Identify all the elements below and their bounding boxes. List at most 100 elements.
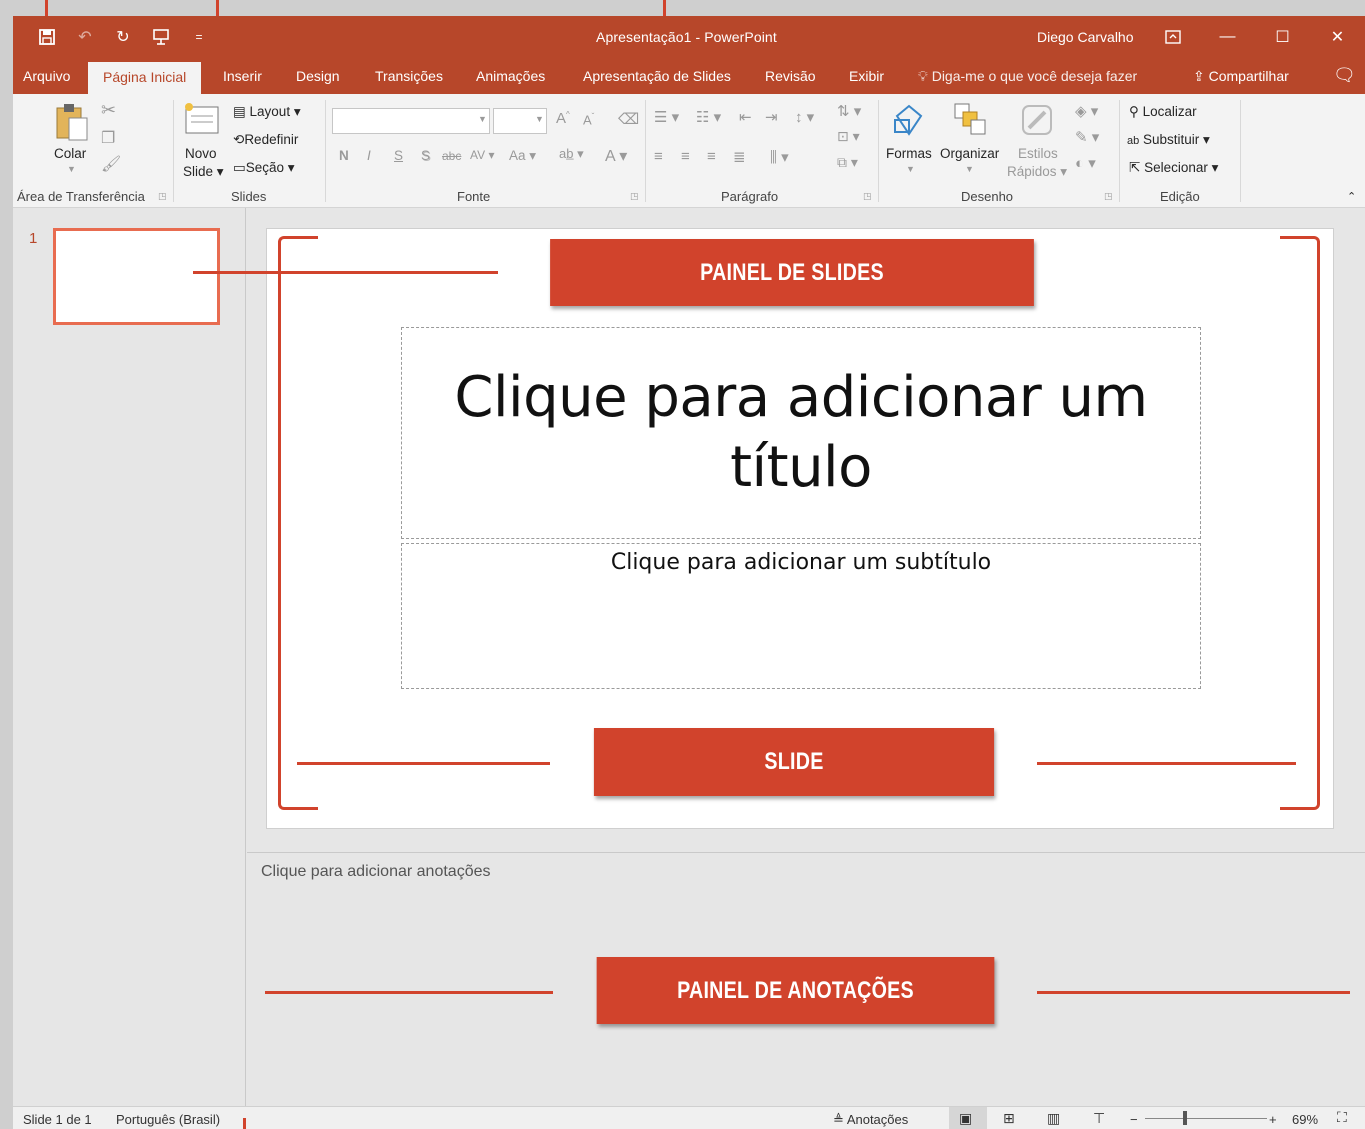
ribbon-display-options-icon[interactable] bbox=[1145, 16, 1200, 58]
close-icon[interactable]: ✕ bbox=[1310, 16, 1365, 58]
zoom-slider-track[interactable] bbox=[1145, 1118, 1267, 1119]
text-direction-icon[interactable]: ⇅ ▾ bbox=[837, 102, 861, 120]
quick-styles-icon[interactable] bbox=[1019, 102, 1055, 141]
bullets-icon[interactable]: ☰ ▾ bbox=[654, 108, 679, 126]
shapes-dropdown-icon[interactable]: ▼ bbox=[906, 164, 915, 174]
bold-button[interactable]: N bbox=[339, 148, 349, 163]
replace-button[interactable]: ab Substituir ▾ bbox=[1127, 132, 1210, 148]
find-button[interactable]: ⚲ Localizar bbox=[1129, 104, 1197, 120]
clear-formatting-icon[interactable]: ⌫ bbox=[618, 110, 639, 128]
save-icon[interactable] bbox=[35, 25, 59, 49]
tab-exibir[interactable]: Exibir bbox=[849, 68, 884, 84]
new-slide-label-1[interactable]: Novo bbox=[185, 146, 217, 161]
start-slideshow-icon[interactable] bbox=[149, 25, 173, 49]
tab-design[interactable]: Design bbox=[296, 68, 340, 84]
minimize-icon[interactable]: — bbox=[1200, 16, 1255, 58]
share-button[interactable]: ⇪ Compartilhar bbox=[1193, 68, 1289, 85]
tab-transicoes[interactable]: Transições bbox=[375, 68, 443, 84]
paragraph-launcher-icon[interactable]: ◳ bbox=[863, 191, 872, 202]
paste-icon[interactable] bbox=[53, 102, 91, 145]
fit-to-window-icon[interactable]: ⛶ bbox=[1337, 1109, 1347, 1126]
maximize-icon[interactable]: ☐ bbox=[1255, 16, 1310, 58]
shape-fill-icon[interactable]: ◈ ▾ bbox=[1075, 102, 1098, 120]
section-button[interactable]: ▭Seção ▾ bbox=[233, 160, 295, 176]
align-text-icon[interactable]: ⊡ ▾ bbox=[837, 128, 860, 145]
columns-icon[interactable]: ⫼ ▾ bbox=[770, 148, 789, 166]
character-spacing-button[interactable]: AV ▾ bbox=[470, 148, 494, 162]
notes-placeholder[interactable]: Clique para adicionar anotações bbox=[261, 863, 490, 881]
drawing-launcher-icon[interactable]: ◳ bbox=[1104, 191, 1113, 202]
font-name-dropdown-icon[interactable]: ▼ bbox=[478, 114, 487, 124]
font-launcher-icon[interactable]: ◳ bbox=[630, 191, 639, 202]
new-slide-label-2[interactable]: Slide ▾ bbox=[183, 164, 224, 180]
tab-animacoes[interactable]: Animações bbox=[476, 68, 545, 84]
zoom-in-button[interactable]: + bbox=[1269, 1112, 1277, 1127]
slide-thumbnail[interactable] bbox=[53, 228, 220, 325]
slideshow-view-icon[interactable]: ⊤ bbox=[1093, 1110, 1105, 1127]
zoom-slider-thumb[interactable] bbox=[1183, 1111, 1187, 1125]
justify-icon[interactable]: ≣ bbox=[733, 148, 746, 166]
tab-apresentacao-de-slides[interactable]: Apresentação de Slides bbox=[583, 68, 731, 84]
shape-outline-icon[interactable]: ✎ ▾ bbox=[1075, 128, 1099, 146]
strikethrough-button[interactable]: abc bbox=[442, 149, 461, 163]
layout-button[interactable]: ▤ Layout ▾ bbox=[233, 104, 301, 120]
arrange-dropdown-icon[interactable]: ▼ bbox=[965, 164, 974, 174]
language-indicator[interactable]: Português (Brasil) bbox=[116, 1112, 220, 1127]
quick-styles-label-1[interactable]: Estilos bbox=[1018, 146, 1058, 161]
replace-icon: ab bbox=[1127, 135, 1140, 147]
reset-button[interactable]: ⟲Redefinir bbox=[233, 132, 298, 148]
clipboard-launcher-icon[interactable]: ◳ bbox=[158, 191, 167, 202]
shadow-button[interactable]: S bbox=[421, 148, 430, 163]
select-button[interactable]: ⇱ Selecionar ▾ bbox=[1129, 160, 1218, 176]
font-size-dropdown-icon[interactable]: ▼ bbox=[535, 114, 544, 124]
smartart-icon[interactable]: ⧉ ▾ bbox=[837, 154, 858, 171]
title-placeholder[interactable]: Clique para adicionar um título bbox=[401, 327, 1201, 539]
collapse-ribbon-icon[interactable]: ⌃ bbox=[1347, 190, 1356, 203]
numbering-icon[interactable]: ☷ ▾ bbox=[696, 108, 721, 126]
reading-view-icon[interactable]: ▥ bbox=[1047, 1110, 1060, 1127]
user-name[interactable]: Diego Carvalho bbox=[1037, 29, 1134, 45]
tab-pagina-inicial[interactable]: Página Inicial bbox=[88, 62, 202, 94]
increase-font-icon[interactable]: A^ bbox=[556, 110, 570, 127]
tab-revisao[interactable]: Revisão bbox=[765, 68, 816, 84]
redo-icon[interactable]: ↻ bbox=[111, 25, 135, 49]
group-separator bbox=[645, 100, 646, 202]
comments-icon[interactable]: 🗨︎ bbox=[1333, 65, 1356, 86]
format-painter-icon[interactable]: 🖌︎ bbox=[101, 154, 121, 174]
tell-me-box[interactable]: 💡︎ Diga-me o que você deseja fazer bbox=[918, 68, 1137, 85]
subtitle-placeholder[interactable]: Clique para adicionar um subtítulo bbox=[401, 543, 1201, 689]
zoom-out-button[interactable]: − bbox=[1130, 1112, 1138, 1127]
change-case-button[interactable]: Aa ▾ bbox=[509, 148, 536, 164]
line-spacing-icon[interactable]: ↕ ▾ bbox=[795, 108, 814, 126]
copy-icon[interactable]: ❐ bbox=[101, 128, 115, 148]
paste-button[interactable]: Colar bbox=[54, 146, 86, 161]
decrease-font-icon[interactable]: Aˇ bbox=[583, 112, 594, 127]
shapes-icon[interactable] bbox=[891, 102, 927, 141]
highlight-icon[interactable]: ab̲ ▾ bbox=[559, 146, 584, 162]
notes-toggle[interactable]: ≜ Anotações bbox=[833, 1112, 908, 1128]
zoom-level[interactable]: 69% bbox=[1292, 1112, 1318, 1127]
new-slide-icon[interactable] bbox=[183, 102, 221, 139]
decrease-indent-icon[interactable]: ⇤ bbox=[739, 108, 752, 126]
align-left-icon[interactable]: ≡ bbox=[654, 148, 663, 165]
cut-icon[interactable]: ✂ bbox=[101, 100, 116, 121]
shape-effects-icon[interactable]: ◐ ▾ bbox=[1075, 154, 1096, 172]
slide-sorter-icon[interactable]: ⊞ bbox=[1003, 1110, 1015, 1127]
font-color-button[interactable]: A ▾ bbox=[605, 146, 627, 166]
customize-qat-icon[interactable]: = bbox=[187, 25, 211, 49]
font-name-field[interactable] bbox=[332, 108, 490, 134]
underline-button[interactable]: S bbox=[394, 148, 403, 163]
tab-inserir[interactable]: Inserir bbox=[223, 68, 262, 84]
italic-button[interactable]: I bbox=[367, 148, 371, 163]
tab-arquivo[interactable]: Arquivo bbox=[23, 68, 70, 84]
callout-painel-de-slides: PAINEL DE SLIDES bbox=[550, 239, 1034, 306]
shapes-button[interactable]: Formas bbox=[886, 146, 932, 161]
align-center-icon[interactable]: ≡ bbox=[681, 148, 690, 165]
arrange-icon[interactable] bbox=[953, 102, 987, 139]
undo-icon[interactable]: ↶ bbox=[73, 25, 97, 49]
quick-styles-label-2[interactable]: Rápidos ▾ bbox=[1007, 164, 1067, 180]
increase-indent-icon[interactable]: ⇥ bbox=[765, 108, 778, 126]
align-right-icon[interactable]: ≡ bbox=[707, 148, 716, 165]
arrange-button[interactable]: Organizar bbox=[940, 146, 999, 161]
paste-dropdown-icon[interactable]: ▼ bbox=[67, 164, 76, 174]
